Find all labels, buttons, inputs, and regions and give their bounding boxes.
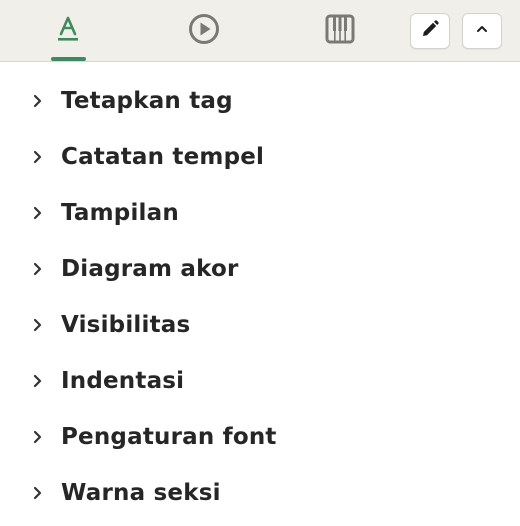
toolbar-divider: [0, 61, 520, 62]
play-circle-icon: [187, 12, 221, 50]
chevron-right-icon: [31, 93, 45, 109]
chevron-right-icon: [31, 429, 45, 445]
menu-item-label: Visibilitas: [61, 312, 191, 338]
menu-item-label: Pengaturan font: [61, 424, 277, 450]
piano-keys-icon: [324, 13, 356, 49]
chevron-right-icon: [31, 373, 45, 389]
collapse-button[interactable]: [462, 13, 502, 49]
chevron-right-icon: [31, 317, 45, 333]
toolbar: [0, 0, 520, 62]
menu-item-indentation[interactable]: Indentasi: [0, 357, 520, 405]
menu-item-chord-diagram[interactable]: Diagram akor: [0, 245, 520, 293]
menu-item-label: Catatan tempel: [61, 144, 265, 170]
edit-button[interactable]: [410, 13, 450, 49]
menu-item-font-settings[interactable]: Pengaturan font: [0, 413, 520, 461]
chevron-up-icon: [474, 21, 490, 41]
tab-play[interactable]: [178, 6, 230, 56]
tab-text-format[interactable]: [42, 6, 94, 56]
menu-item-section-color[interactable]: Warna seksi: [0, 469, 520, 517]
menu-item-display[interactable]: Tampilan: [0, 189, 520, 237]
menu-item-label: Tetapkan tag: [61, 88, 233, 114]
chevron-right-icon: [31, 261, 45, 277]
chevron-right-icon: [31, 485, 45, 501]
chevron-right-icon: [31, 205, 45, 221]
menu-item-assign-tag[interactable]: Tetapkan tag: [0, 77, 520, 125]
menu-item-label: Warna seksi: [61, 480, 221, 506]
tab-piano[interactable]: [314, 6, 366, 56]
menu-item-label: Tampilan: [61, 200, 179, 226]
menu-item-visibility[interactable]: Visibilitas: [0, 301, 520, 349]
chevron-right-icon: [31, 149, 45, 165]
pencil-icon: [420, 19, 440, 43]
text-format-icon: [55, 14, 81, 48]
menu-item-sticky-notes[interactable]: Catatan tempel: [0, 133, 520, 181]
menu-item-label: Diagram akor: [61, 256, 239, 282]
menu-item-label: Indentasi: [61, 368, 185, 394]
